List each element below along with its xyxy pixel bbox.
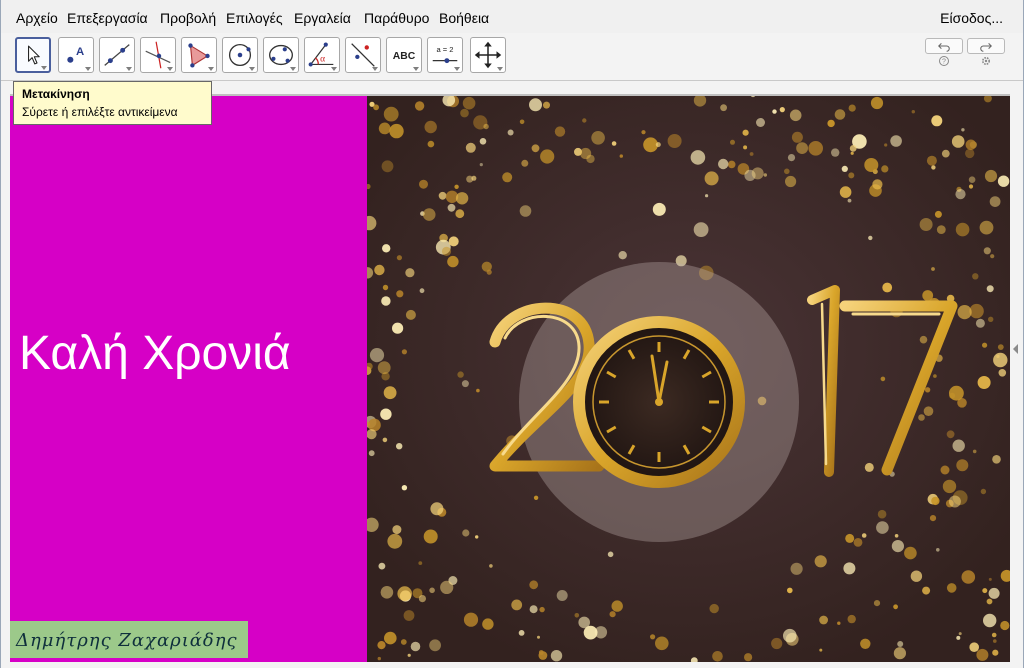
menu-file[interactable]: Αρχείο (16, 10, 58, 26)
angle-tool-button[interactable]: α (304, 37, 340, 73)
new-year-image[interactable] (367, 94, 1010, 662)
polygon-tool-button[interactable] (181, 37, 217, 73)
move-graphics-tool-button[interactable] (470, 37, 506, 73)
slider-tool-button[interactable]: a = 2 (427, 37, 463, 73)
tool-tooltip: Μετακίνηση Σύρετε ή επιλέξτε αντικείμενα (13, 81, 212, 125)
svg-text:a = 2: a = 2 (437, 45, 454, 54)
login-link[interactable]: Είσοδος... (940, 10, 1003, 26)
svg-text:?: ? (942, 59, 946, 66)
circle-tool-button[interactable] (222, 37, 258, 73)
greeting-text[interactable]: Καλή Χρονιά (19, 326, 291, 382)
svg-text:A: A (76, 46, 84, 58)
signature-box[interactable]: Δημήτρης Ζαχαριάδης (10, 621, 248, 658)
redo-icon (980, 43, 992, 52)
geogebra-window: Αρχείο Επεξεργασία Προβολή Επιλογές Εργα… (0, 0, 1024, 668)
text-tool-button[interactable]: ABC (386, 37, 422, 73)
toolbar: A α ABC a = 2 ? (1, 33, 1023, 81)
perpendicular-tool-button[interactable] (140, 37, 176, 73)
svg-text:α: α (320, 55, 325, 65)
new-year-picture (367, 94, 1010, 662)
circle-three-points-tool-button[interactable] (263, 37, 299, 73)
menu-help[interactable]: Βοήθεια (439, 10, 489, 26)
menu-tools[interactable]: Εργαλεία (294, 10, 351, 26)
redo-button[interactable] (967, 38, 1005, 54)
undo-icon (938, 43, 950, 52)
reflect-tool-button[interactable] (345, 37, 381, 73)
menu-bar: Αρχείο Επεξεργασία Προβολή Επιλογές Εργα… (1, 0, 1023, 33)
line-tool-button[interactable] (99, 37, 135, 73)
signature-text: Δημήτρης Ζαχαριάδης (16, 630, 238, 651)
svg-text:ABC: ABC (393, 51, 416, 62)
menu-options[interactable]: Επιλογές (226, 10, 283, 26)
tooltip-title: Μετακίνηση (22, 87, 90, 101)
help-icon[interactable]: ? (938, 55, 950, 67)
menu-edit[interactable]: Επεξεργασία (67, 10, 148, 26)
side-panel-edge[interactable] (1010, 94, 1022, 662)
point-tool-button[interactable]: A (58, 37, 94, 73)
menu-view[interactable]: Προβολή (160, 10, 216, 26)
menu-window[interactable]: Παράθυρο (364, 10, 429, 26)
expand-panel-arrow-icon[interactable] (1013, 344, 1018, 354)
undo-button[interactable] (925, 38, 963, 54)
tooltip-description: Σύρετε ή επιλέξτε αντικείμενα (22, 105, 178, 119)
graphics-view[interactable]: Καλή Χρονιά Δημήτρης Ζαχαριάδης (10, 94, 1010, 662)
move-tool-button[interactable] (15, 37, 51, 73)
gear-icon[interactable] (980, 55, 992, 67)
